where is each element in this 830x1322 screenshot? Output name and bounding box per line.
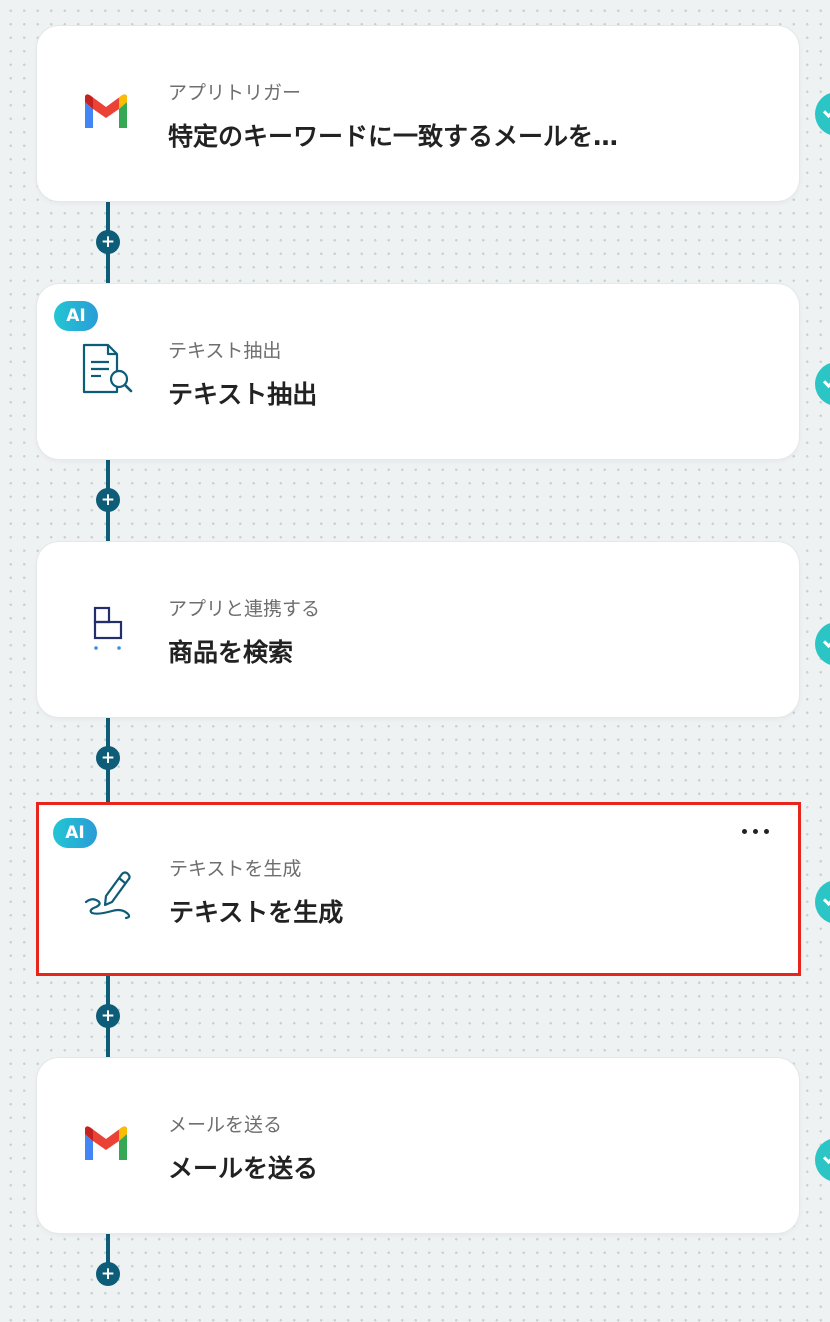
add-step-button[interactable]: + xyxy=(96,1262,120,1286)
step-title: 特定のキーワードに一致するメールを… xyxy=(168,122,619,151)
step-type-label: アプリトリガー xyxy=(168,82,302,104)
flow-step-card[interactable]: アプリトリガー 特定のキーワードに一致するメールを… xyxy=(37,26,799,201)
add-step-button[interactable]: + xyxy=(96,1004,120,1028)
add-step-button[interactable]: + xyxy=(96,746,120,770)
step-title: テキスト抽出 xyxy=(168,380,318,409)
flow-step-card[interactable]: アプリと連携する 商品を検索 xyxy=(37,542,799,717)
step-type-label: メールを送る xyxy=(168,1114,283,1136)
gmail-icon xyxy=(81,1120,135,1170)
step-status-check-icon[interactable] xyxy=(815,880,830,924)
ai-badge: AI xyxy=(53,818,97,848)
step-type-label: テキスト抽出 xyxy=(168,340,282,362)
ai-badge: AI xyxy=(54,301,98,331)
pen-write-icon xyxy=(82,864,136,920)
add-step-button[interactable]: + xyxy=(96,230,120,254)
document-search-icon xyxy=(81,343,135,396)
step-title: テキストを生成 xyxy=(169,898,344,927)
more-options-icon[interactable] xyxy=(740,821,772,841)
step-status-check-icon[interactable] xyxy=(815,622,830,666)
step-status-check-icon[interactable] xyxy=(815,92,830,136)
flow-step-card[interactable]: メールを送る メールを送る xyxy=(37,1058,799,1233)
step-title: メールを送る xyxy=(168,1154,319,1183)
step-type-label: テキストを生成 xyxy=(169,858,302,880)
add-step-button[interactable]: + xyxy=(96,488,120,512)
step-status-check-icon[interactable] xyxy=(815,1138,830,1182)
step-type-label: アプリと連携する xyxy=(168,598,321,620)
shop-app-icon xyxy=(81,604,135,654)
flow-step-card[interactable]: AI テキスト抽出 テキスト抽出 xyxy=(37,284,799,459)
flow-step-card-selected[interactable]: AI テキストを生成 テキストを生成 xyxy=(36,802,801,976)
gmail-icon xyxy=(81,88,135,138)
step-status-check-icon[interactable] xyxy=(815,362,830,406)
step-title: 商品を検索 xyxy=(168,638,294,667)
